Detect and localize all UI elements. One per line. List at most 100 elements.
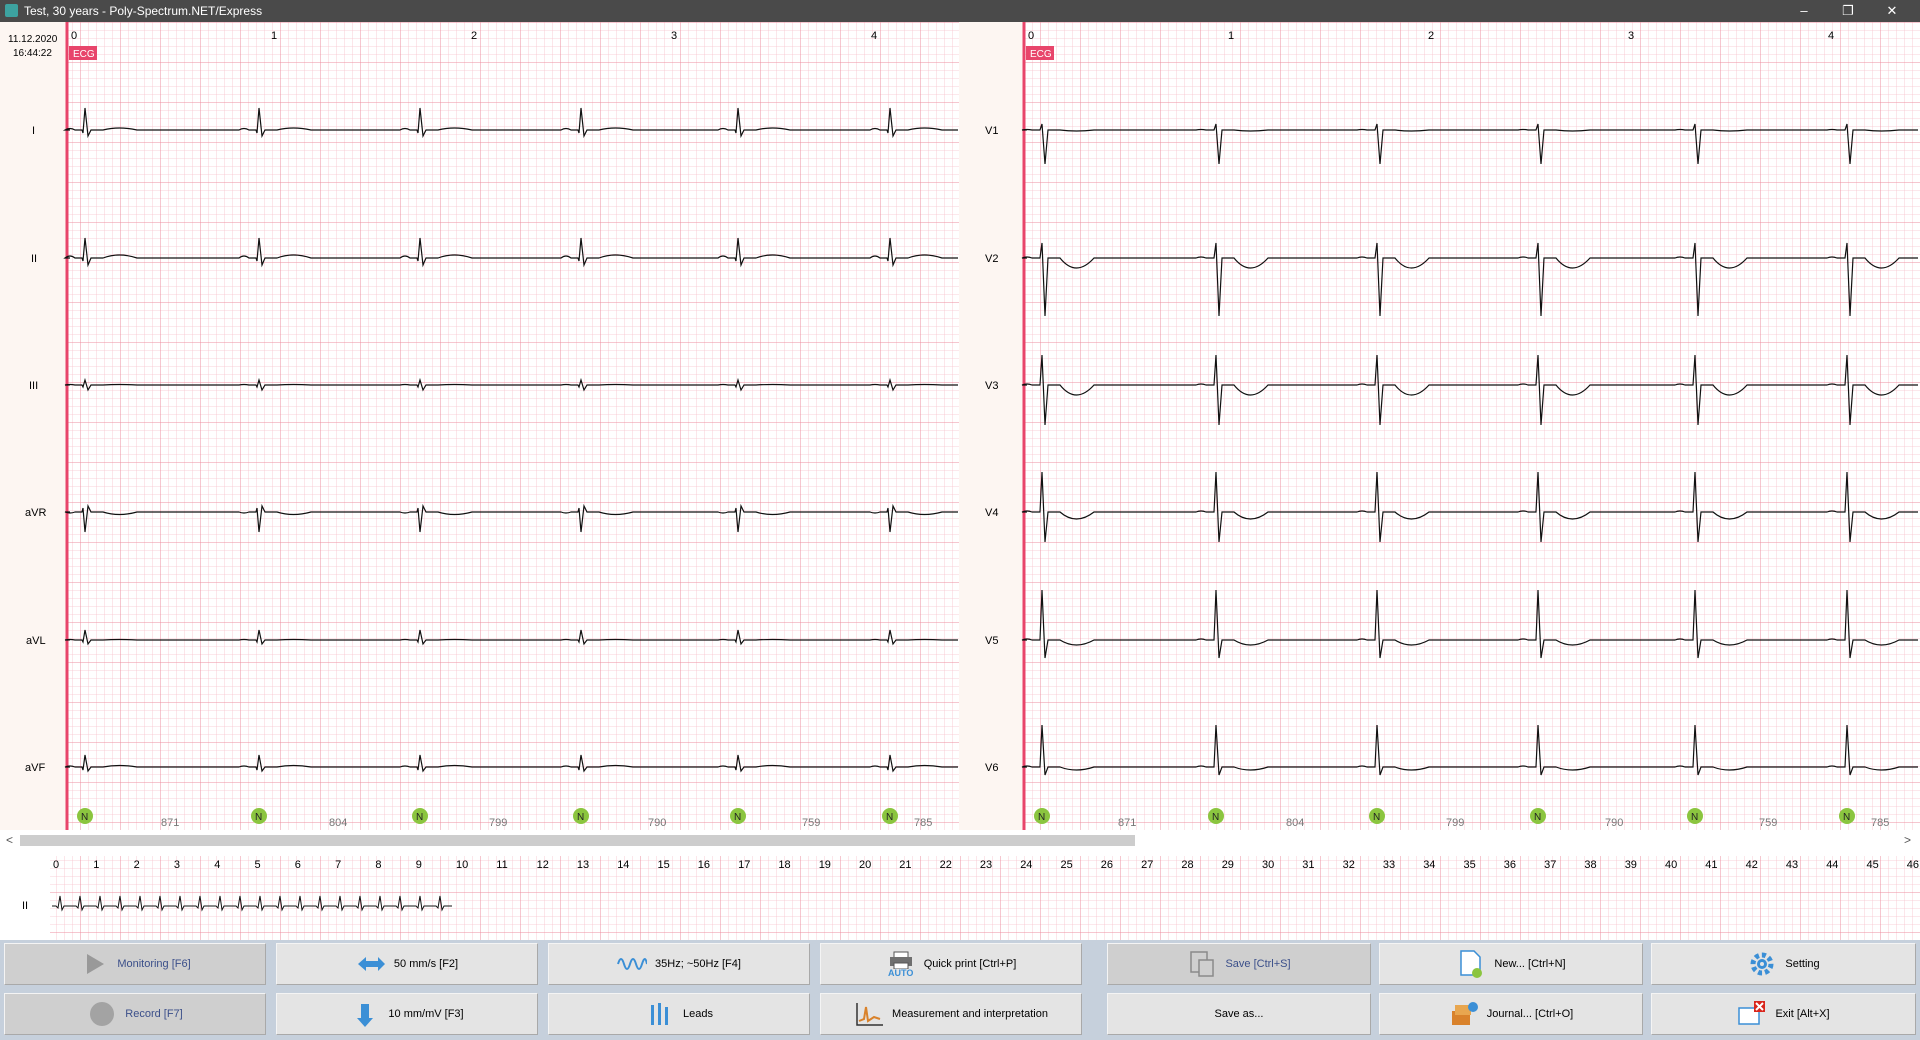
lead-label-V4: V4 bbox=[985, 507, 998, 519]
measurement-chart-icon bbox=[854, 999, 884, 1029]
svg-text:N: N bbox=[416, 812, 423, 823]
minimize-button[interactable]: – bbox=[1782, 0, 1826, 22]
beat-marker-left-3[interactable]: N bbox=[573, 808, 589, 824]
overview-ruler-1: 1 bbox=[93, 859, 99, 871]
beat-marker-right-4[interactable]: N bbox=[1687, 808, 1703, 824]
leads-button[interactable]: Leads bbox=[548, 993, 810, 1035]
close-button[interactable]: ✕ bbox=[1870, 0, 1914, 22]
wave-icon bbox=[617, 949, 648, 979]
overview-lead-label: II bbox=[22, 900, 28, 912]
overview-ruler-2: 2 bbox=[134, 859, 140, 871]
right-rr-4: 759 bbox=[1759, 817, 1777, 829]
speed-button[interactable]: 50 mm/s [F2] bbox=[276, 943, 538, 985]
overview-ruler-16: 16 bbox=[698, 859, 710, 871]
lead-label-V3: V3 bbox=[985, 380, 998, 392]
overview-ruler-6: 6 bbox=[295, 859, 301, 871]
left-ruler-3: 3 bbox=[671, 30, 677, 42]
filter-button[interactable]: 35Hz; ~50Hz [F4] bbox=[548, 943, 810, 985]
journal-button[interactable]: Journal... [Ctrl+O] bbox=[1379, 993, 1643, 1035]
beat-marker-left-1[interactable]: N bbox=[251, 808, 267, 824]
journal-icon bbox=[1449, 999, 1479, 1029]
overview-ruler-21: 21 bbox=[899, 859, 911, 871]
beat-marker-left-0[interactable]: N bbox=[77, 808, 93, 824]
left-ruler-4: 4 bbox=[871, 30, 877, 42]
overview-ruler-35: 35 bbox=[1464, 859, 1476, 871]
overview-ruler-34: 34 bbox=[1423, 859, 1435, 871]
beat-marker-left-2[interactable]: N bbox=[412, 808, 428, 824]
scroll-right-arrow[interactable]: > bbox=[1904, 833, 1911, 847]
beat-marker-right-0[interactable]: N bbox=[1034, 808, 1050, 824]
scroll-left-arrow[interactable]: < bbox=[6, 833, 13, 847]
beat-marker-right-1[interactable]: N bbox=[1208, 808, 1224, 824]
restore-button[interactable]: ❐ bbox=[1826, 0, 1870, 22]
overview-ruler-18: 18 bbox=[778, 859, 790, 871]
overview-strip[interactable]: II 0 1 2 3 4 5 6 7 8 9 10 11 12 13 14 15 16 17 18 19 20 21 22 2… bbox=[0, 852, 1920, 940]
svg-text:N: N bbox=[1691, 812, 1698, 823]
overview-ruler-20: 20 bbox=[859, 859, 871, 871]
measurement-button[interactable]: Measurement and interpretation bbox=[820, 993, 1082, 1035]
overview-ruler-46: 46 bbox=[1907, 859, 1919, 871]
overview-ruler-10: 10 bbox=[456, 859, 468, 871]
record-button[interactable]: Record [F7] bbox=[4, 993, 266, 1035]
lead-label-aVL: aVL bbox=[26, 635, 46, 647]
overview-ruler-28: 28 bbox=[1181, 859, 1193, 871]
left-ecg-grid bbox=[68, 22, 959, 830]
save-as-button[interactable]: Save as... bbox=[1107, 993, 1371, 1035]
left-rr-4: 759 bbox=[802, 817, 820, 829]
overview-ruler-29: 29 bbox=[1222, 859, 1234, 871]
beat-marker-right-2[interactable]: N bbox=[1369, 808, 1385, 824]
ecg-view[interactable]: 11.12.2020 16:44:22 ECG ECG 0 1 2 3 4 0 … bbox=[0, 22, 1920, 830]
monitoring-button[interactable]: Monitoring [F6] bbox=[4, 943, 266, 985]
exit-button[interactable]: Exit [Alt+X] bbox=[1651, 993, 1916, 1035]
left-rr-0: 871 bbox=[161, 817, 179, 829]
gear-icon bbox=[1747, 949, 1777, 979]
save-button[interactable]: Save [Ctrl+S] bbox=[1107, 943, 1371, 985]
lead-label-III: III bbox=[29, 380, 38, 392]
beat-marker-left-5[interactable]: N bbox=[882, 808, 898, 824]
overview-ruler-22: 22 bbox=[940, 859, 952, 871]
right-ruler-3: 3 bbox=[1628, 30, 1634, 42]
gain-button[interactable]: 10 mm/mV [F3] bbox=[276, 993, 538, 1035]
right-rr-3: 790 bbox=[1605, 817, 1623, 829]
printer-icon: AUTO bbox=[886, 949, 916, 979]
overview-ruler-40: 40 bbox=[1665, 859, 1677, 871]
lead-label-V2: V2 bbox=[985, 253, 998, 265]
beat-marker-right-3[interactable]: N bbox=[1530, 808, 1546, 824]
bottom-toolbar: Monitoring [F6] Record [F7] 50 mm/s [F2]… bbox=[0, 940, 1920, 1040]
beat-marker-right-5[interactable]: N bbox=[1839, 808, 1855, 824]
setting-button[interactable]: Setting bbox=[1651, 943, 1916, 985]
lead-label-aVR: aVR bbox=[25, 507, 46, 519]
ecg-canvas[interactable]: 11.12.2020 16:44:22 ECG ECG 0 1 2 3 4 0 … bbox=[0, 22, 1920, 830]
exit-icon bbox=[1737, 999, 1767, 1029]
overview-canvas[interactable]: II 0 1 2 3 4 5 6 7 8 9 10 11 12 13 14 15 16 17 18 19 20 21 22 2… bbox=[0, 852, 1920, 940]
lead-label-aVF: aVF bbox=[25, 762, 45, 774]
beat-marker-left-4[interactable]: N bbox=[730, 808, 746, 824]
overview-ruler-4: 4 bbox=[214, 859, 220, 871]
overview-ruler-13: 13 bbox=[577, 859, 589, 871]
svg-text:N: N bbox=[1373, 812, 1380, 823]
left-rr-3: 790 bbox=[648, 817, 666, 829]
lead-label-I: I bbox=[32, 125, 35, 137]
overview-ruler-27: 27 bbox=[1141, 859, 1153, 871]
lead-label-V1: V1 bbox=[985, 125, 998, 137]
title-bar: Test, 30 years - Poly-Spectrum.NET/Expre… bbox=[0, 0, 1920, 22]
overview-ruler-7: 7 bbox=[335, 859, 341, 871]
overview-ruler-17: 17 bbox=[738, 859, 750, 871]
svg-text:N: N bbox=[1843, 812, 1850, 823]
svg-text:N: N bbox=[1038, 812, 1045, 823]
lead-label-V5: V5 bbox=[985, 635, 998, 647]
new-button[interactable]: New... [Ctrl+N] bbox=[1379, 943, 1643, 985]
svg-text:N: N bbox=[577, 812, 584, 823]
overview-ruler-9: 9 bbox=[416, 859, 422, 871]
left-ruler-0: 0 bbox=[71, 30, 77, 42]
ecg-badge-left-label: ECG bbox=[73, 49, 95, 60]
scroll-thumb[interactable] bbox=[20, 835, 1135, 846]
horizontal-scrollbar[interactable]: < > bbox=[0, 830, 1920, 852]
quick-print-button[interactable]: AUTO Quick print [Ctrl+P] bbox=[820, 943, 1082, 985]
svg-text:N: N bbox=[1534, 812, 1541, 823]
overview-ruler-41: 41 bbox=[1705, 859, 1717, 871]
left-rr-1: 804 bbox=[329, 817, 347, 829]
lead-label-V6: V6 bbox=[985, 762, 998, 774]
left-rr-5: 785 bbox=[914, 817, 932, 829]
overview-ruler-33: 33 bbox=[1383, 859, 1395, 871]
